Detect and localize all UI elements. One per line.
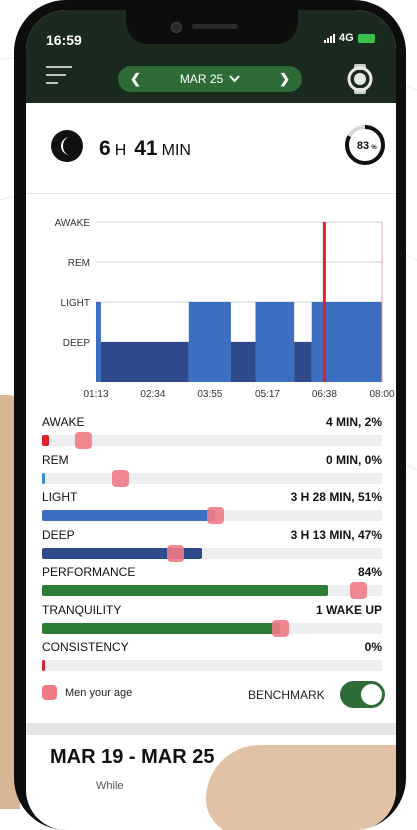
light-deep-band [96,342,101,382]
metric-fill [42,510,216,521]
stage-label-rem: REM [68,258,90,269]
metric-label: PERFORMANCE [42,565,136,579]
metric-fill [42,472,45,484]
stage-label-awake: AWAKE [55,218,91,229]
sleep-stage-chart[interactable]: AWAKE REM LIGHT DEEP 01:13 02:34 03:55 05:17 06:… [26,205,396,400]
metric-value: 0 MIN, 0% [325,452,382,467]
section-divider [26,723,396,735]
week-range-title: MAR 19 - MAR 25 [50,746,215,768]
stage-segment-deep [100,342,189,382]
legend-label: Men your age [65,686,133,699]
metric-track [42,544,382,562]
benchmark-legend: Men your age [42,685,132,700]
week-text-start: While [96,780,124,792]
sleep-summary: 6 H 41 MIN 83 % [26,103,396,194]
chevron-down-icon [229,75,240,83]
x-tick-label: 05:17 [255,389,280,400]
metric-value: 4 MIN, 2% [325,415,382,429]
x-tick-label: 03:55 [197,389,222,400]
metric-fill [42,435,49,446]
toggle-knob [361,684,382,705]
metric-track [42,432,382,449]
metric-label: AWAKE [42,415,85,429]
watch-icon[interactable] [345,63,375,95]
chevron-left-icon[interactable]: ❮ [130,71,141,87]
benchmark-marker [166,544,184,562]
x-tick-label: 01:13 [83,389,108,400]
hours-value: 6 [99,137,111,160]
metric-fill [42,585,328,596]
app-screen: 16:59 4G ❮ MAR 25 ❯ 6 H 41 MIN 83 % AWAK… [26,10,396,830]
status-indicators: 4G [324,32,375,44]
sleep-score-ring[interactable]: 83 % [344,124,386,166]
top-bar: 16:59 4G ❮ MAR 25 ❯ [26,10,396,103]
score-unit: % [371,145,377,151]
benchmark-toggle[interactable] [340,681,385,708]
metric-value: 1 WAKE UP [315,602,382,617]
metric-value: 3 H 13 MIN, 47% [290,527,382,542]
benchmark-marker [350,582,368,599]
status-time: 16:59 [46,32,82,48]
metric-fill [42,622,280,634]
camera-icon [171,22,182,33]
sleep-duration: 6 H 41 MIN [99,137,191,161]
stage-segment-deep [230,342,256,382]
x-tick-label: 06:38 [312,389,337,400]
notch [126,10,298,44]
benchmark-marker [272,619,289,637]
network-label: 4G [339,32,354,44]
speaker-icon [192,24,238,29]
score-value: 83 [357,140,369,152]
metric-fill [42,660,45,671]
light-deep-band [255,342,295,382]
benchmark-label: BENCHMARK [248,688,325,702]
stage-label-light: LIGHT [61,298,90,309]
x-tick-label: 08:00 [369,389,394,400]
metric-track [42,582,382,599]
date-label: MAR 25 [179,72,224,86]
metric-value: 0% [364,640,382,654]
minutes-unit: MIN [161,142,191,159]
stage-segment-deep [294,342,312,382]
battery-icon [357,33,375,43]
metric-track [42,469,382,487]
date-dropdown[interactable]: MAR 25 [180,72,240,86]
light-deep-band [188,342,231,382]
metric-label: DEEP [42,527,75,542]
moon-icon [51,130,83,162]
stage-label-deep: DEEP [63,338,91,349]
minutes-value: 41 [134,137,158,160]
menu-icon[interactable] [46,64,74,86]
benchmark-marker [207,507,225,524]
benchmark-marker [74,432,92,449]
signal-icon [324,33,335,43]
metric-label: TRANQUILITY [42,602,122,617]
thumb [206,745,396,830]
date-selector: ❮ MAR 25 ❯ [118,66,302,92]
metric-track [42,507,382,524]
metric-label: REM [42,452,69,467]
benchmark-marker [112,469,130,487]
metric-label: CONSISTENCY [42,640,129,654]
metric-value: 84% [357,565,382,579]
chevron-right-icon[interactable]: ❯ [279,71,290,87]
hours-unit: H [114,142,127,159]
light-deep-band [311,342,382,382]
metric-track [42,660,382,671]
metric-value: 3 H 28 MIN, 51% [290,490,382,504]
x-tick-label: 02:34 [140,389,165,400]
benchmark-swatch [42,685,57,700]
metric-track [42,619,382,637]
metric-label: LIGHT [42,490,78,504]
